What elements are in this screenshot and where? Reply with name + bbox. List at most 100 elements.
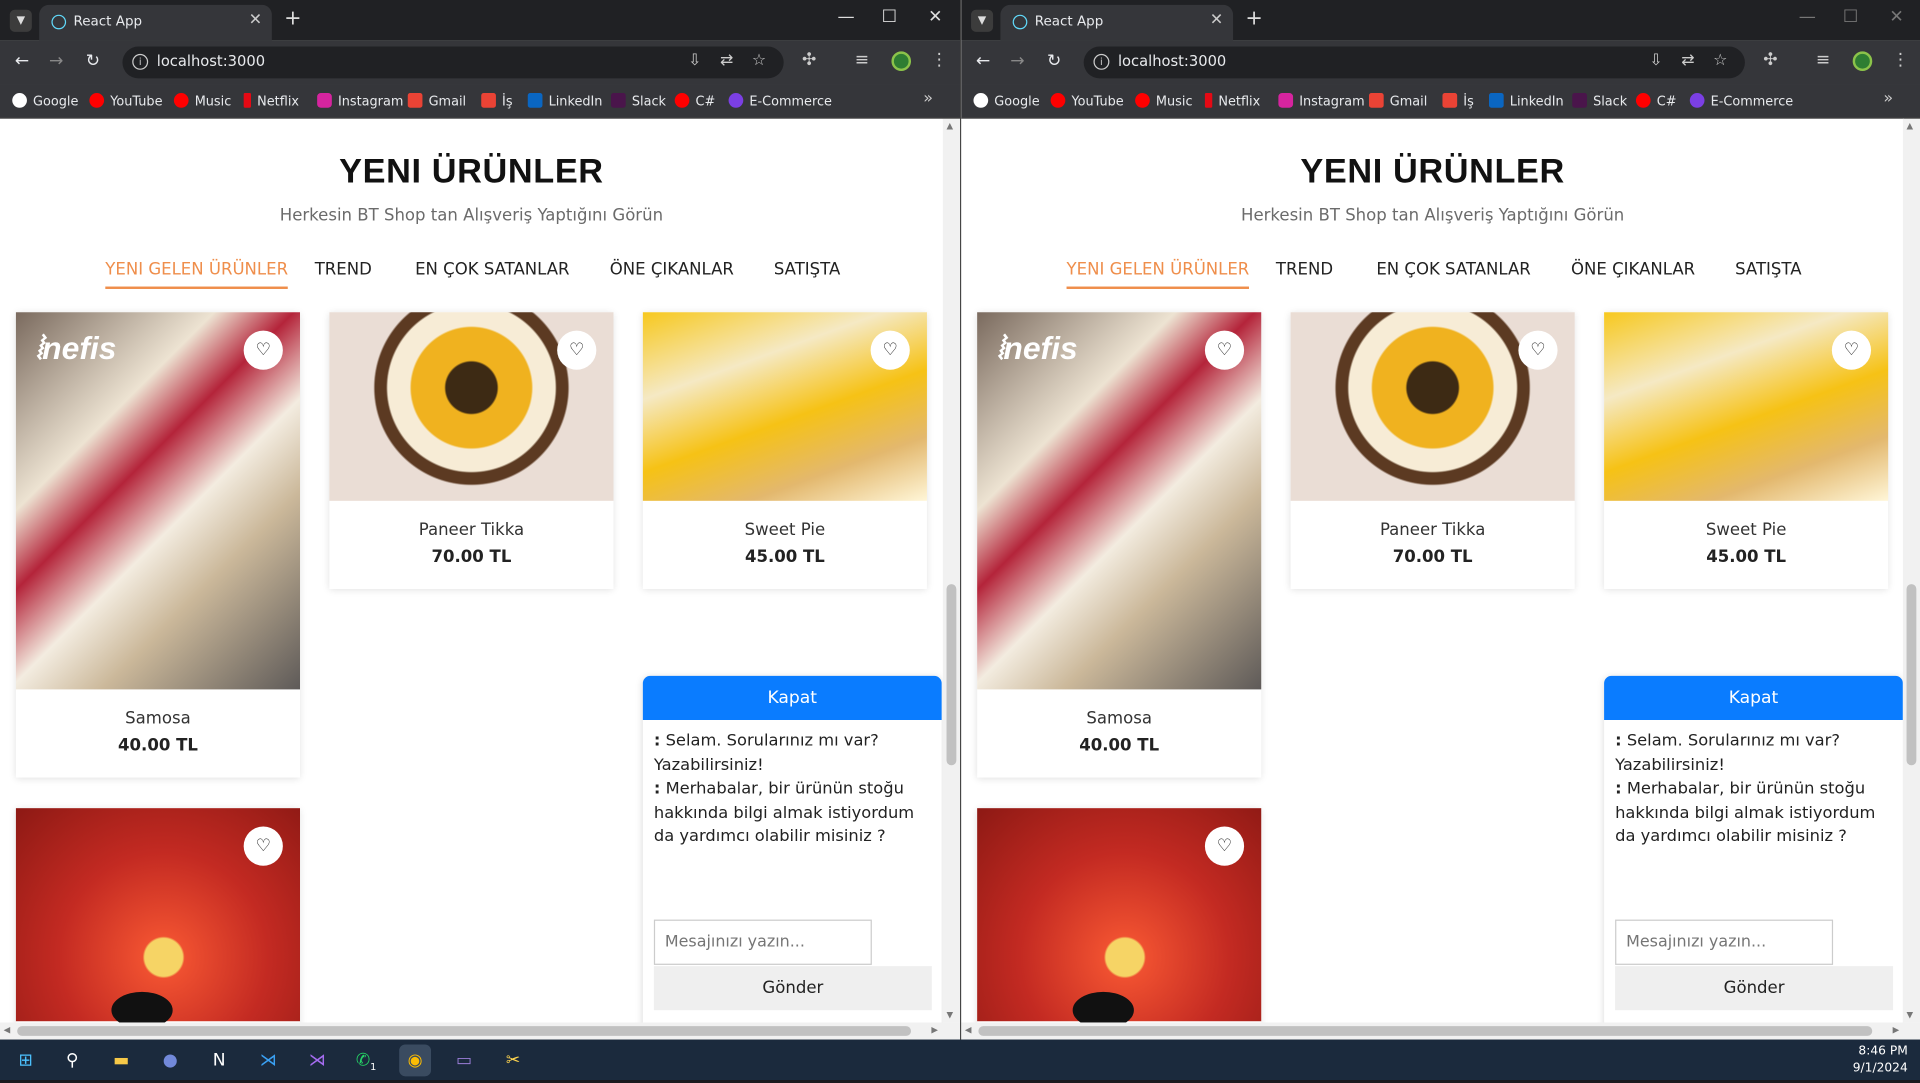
install-icon[interactable]: ⇩ (688, 51, 701, 69)
extensions-icon[interactable]: ✣ (1763, 50, 1777, 70)
scrollbar-thumb[interactable] (946, 584, 957, 766)
scrollbar-thumb[interactable] (17, 1026, 912, 1036)
site-info-icon[interactable]: i (132, 53, 149, 70)
favorite-heart-icon[interactable]: ♡ (1204, 826, 1245, 866)
bookmark-youtube[interactable]: YouTube (89, 93, 162, 109)
tab-featured[interactable]: ÖNE ÇIKANLAR (610, 260, 734, 287)
tab-trend[interactable]: TREND (315, 260, 372, 287)
search-icon[interactable]: ⚲ (56, 1044, 88, 1076)
horizontal-scrollbar[interactable]: ◀ ▶ (961, 1022, 1920, 1040)
snipping-tool-icon[interactable]: ✂ (497, 1044, 529, 1076)
scrollbar-thumb[interactable] (1906, 584, 1917, 766)
favorite-heart-icon[interactable]: ♡ (557, 330, 597, 370)
tab-on-sale[interactable]: SATIŞTA (774, 260, 840, 287)
tab-on-sale[interactable]: SATIŞTA (1735, 260, 1801, 287)
translate-icon[interactable]: ⇄ (1681, 51, 1694, 69)
favorite-heart-icon[interactable]: ♡ (243, 826, 283, 866)
bookmark-instagram[interactable]: Instagram (317, 93, 403, 109)
product-card-sunset[interactable]: ♡ (15, 808, 301, 1023)
windows-start-icon[interactable]: ⊞ (10, 1044, 42, 1076)
tab-search-icon[interactable]: ▼ (9, 9, 32, 32)
chrome-icon[interactable]: ◉ (399, 1044, 432, 1077)
discord-icon[interactable]: ● (154, 1044, 186, 1076)
bookmark-ecommerce[interactable]: E-Commerce (1689, 93, 1793, 109)
bookmark-linkedin[interactable]: LinkedIn (527, 93, 602, 109)
vertical-scrollbar[interactable]: ▲ ▼ (942, 118, 961, 1023)
product-card-sweet-pie[interactable]: ♡ Sweet Pie 45.00 TL (642, 312, 927, 589)
bookmark-instagram[interactable]: Instagram (1278, 93, 1365, 109)
scrollbar-thumb[interactable] (978, 1026, 1873, 1036)
reload-icon[interactable]: ↻ (1047, 51, 1061, 71)
tab-best-sellers[interactable]: EN ÇOK SATANLAR (415, 260, 569, 287)
back-icon[interactable]: ← (976, 51, 990, 71)
close-tab-icon[interactable]: ✕ (1210, 11, 1223, 29)
product-card-samosa[interactable]: ⦚nefis ♡ Samosa 40.00 TL (15, 312, 301, 778)
address-bar[interactable]: i localhost:3000 ⇩ ⇄ ☆ (122, 46, 784, 79)
browser-tab[interactable]: React App ✕ (39, 4, 272, 41)
favorite-heart-icon[interactable]: ♡ (870, 330, 910, 370)
bookmark-music[interactable]: Music (173, 93, 231, 109)
favorite-heart-icon[interactable]: ♡ (1518, 330, 1558, 370)
tab-search-icon[interactable]: ▼ (971, 9, 994, 32)
menu-icon[interactable]: ⋮ (931, 50, 948, 70)
maximize-icon[interactable]: ☐ (1843, 7, 1858, 27)
bookmark-google[interactable]: Google (12, 93, 78, 109)
notion-icon[interactable]: N (203, 1044, 235, 1076)
more-bookmarks-icon[interactable]: » (1883, 89, 1893, 107)
scroll-down-icon[interactable]: ▼ (947, 1010, 954, 1020)
more-bookmarks-icon[interactable]: » (923, 89, 933, 107)
bookmark-csharp[interactable]: C# (1635, 93, 1677, 109)
new-tab-icon[interactable]: + (1245, 6, 1262, 30)
extensions-icon[interactable]: ✣ (802, 50, 816, 70)
tab-featured[interactable]: ÖNE ÇIKANLAR (1571, 260, 1695, 287)
favorite-heart-icon[interactable]: ♡ (1204, 330, 1245, 370)
scroll-left-icon[interactable]: ◀ (4, 1025, 11, 1035)
maximize-icon[interactable]: ☐ (882, 7, 897, 27)
reload-icon[interactable]: ↻ (86, 51, 100, 71)
bookmark-netflix[interactable]: Netflix (1204, 93, 1260, 109)
chat-close-button[interactable]: Kapat (642, 675, 942, 721)
menu-icon[interactable]: ⋮ (1892, 50, 1909, 70)
scroll-right-icon[interactable]: ▶ (931, 1025, 938, 1035)
close-window-icon[interactable]: ✕ (1889, 7, 1903, 27)
chat-close-button[interactable]: Kapat (1604, 675, 1903, 721)
scroll-right-icon[interactable]: ▶ (1893, 1025, 1900, 1035)
product-card-samosa[interactable]: ⦚nefis ♡ Samosa 40.00 TL (977, 312, 1262, 778)
bookmark-slack[interactable]: Slack (1572, 93, 1627, 109)
scroll-up-icon[interactable]: ▲ (1907, 121, 1914, 131)
chat-message-input[interactable] (1615, 919, 1834, 965)
forward-icon[interactable]: → (49, 51, 63, 71)
translate-icon[interactable]: ⇄ (720, 51, 733, 69)
tab-new-arrivals[interactable]: YENI GELEN ÜRÜNLER (1066, 260, 1250, 289)
favorite-heart-icon[interactable]: ♡ (1831, 330, 1872, 370)
vertical-scrollbar[interactable]: ▲ ▼ (1902, 118, 1920, 1023)
scroll-left-icon[interactable]: ◀ (965, 1025, 972, 1035)
bookmark-slack[interactable]: Slack (611, 93, 666, 109)
chat-message-input[interactable] (653, 919, 872, 965)
scroll-up-icon[interactable]: ▲ (947, 121, 954, 131)
new-tab-icon[interactable]: + (284, 6, 301, 30)
favorite-heart-icon[interactable]: ♡ (243, 330, 283, 370)
horizontal-scrollbar[interactable]: ◀ ▶ (0, 1022, 961, 1040)
whatsapp-icon[interactable]: ✆1 (350, 1044, 382, 1076)
star-icon[interactable]: ☆ (1713, 51, 1727, 69)
terminal-icon[interactable]: ▭ (448, 1044, 480, 1076)
bookmark-is[interactable]: İş (1442, 93, 1474, 109)
close-tab-icon[interactable]: ✕ (249, 11, 262, 29)
install-icon[interactable]: ⇩ (1649, 51, 1662, 69)
minimize-icon[interactable]: — (1799, 7, 1816, 27)
product-card-paneer-tikka[interactable]: ♡ Paneer Tikka 70.00 TL (329, 312, 614, 589)
site-info-icon[interactable]: i (1093, 53, 1110, 70)
star-icon[interactable]: ☆ (752, 51, 766, 69)
system-clock[interactable]: 8:46 PM 9/1/2024 (1853, 1043, 1908, 1077)
bookmark-ecommerce[interactable]: E-Commerce (728, 93, 832, 109)
bookmark-linkedin[interactable]: LinkedIn (1488, 93, 1564, 109)
tab-new-arrivals[interactable]: YENI GELEN ÜRÜNLER (105, 260, 289, 289)
scroll-down-icon[interactable]: ▼ (1907, 1010, 1914, 1020)
address-bar[interactable]: i localhost:3000 ⇩ ⇄ ☆ (1083, 46, 1745, 79)
close-window-icon[interactable]: ✕ (928, 7, 942, 27)
profile-avatar[interactable] (1852, 51, 1873, 72)
media-icon[interactable]: ≡ (855, 50, 869, 70)
visual-studio-icon[interactable]: ⋊ (301, 1044, 333, 1076)
bookmark-gmail[interactable]: Gmail (407, 93, 466, 109)
